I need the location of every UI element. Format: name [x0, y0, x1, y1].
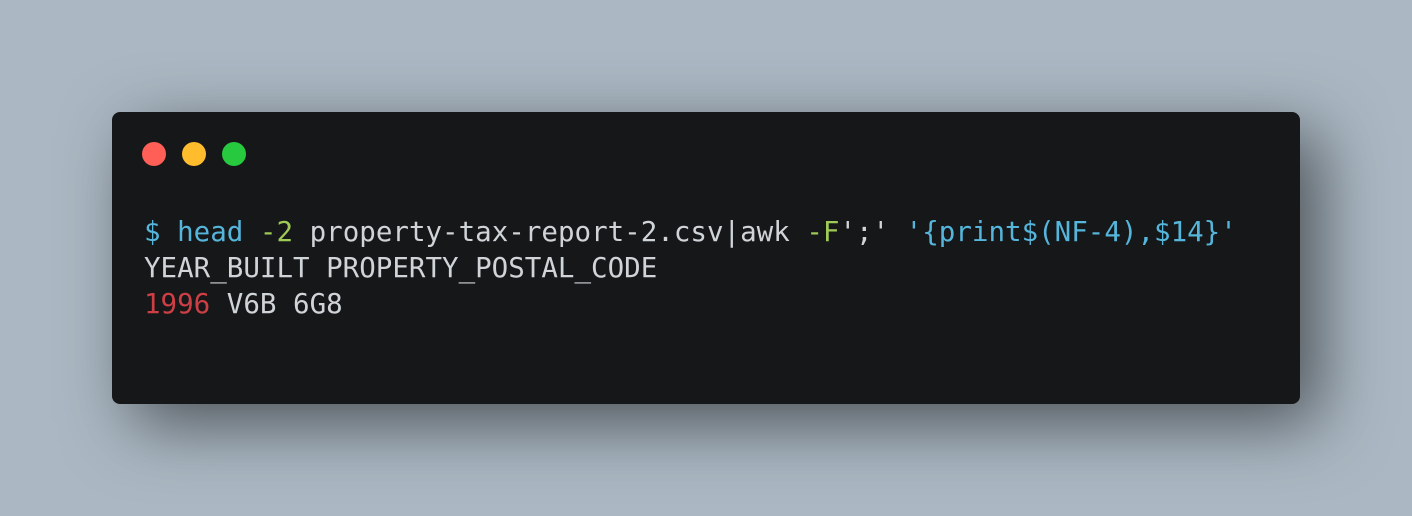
output-header-line: YEAR_BUILT PROPERTY_POSTAL_CODE [144, 252, 658, 284]
shell-prompt: $ [144, 216, 161, 248]
command-file-pipe: property-tax-report-2.csv|awk [309, 216, 790, 248]
separator-value: ';' [839, 216, 890, 248]
year-built-value: 1996 [144, 288, 211, 320]
window-controls [142, 142, 246, 166]
command-line: $ head -2 property-tax-report-2.csv|awk … [144, 214, 1237, 250]
command-option-lines: -2 [259, 216, 294, 248]
terminal-window: $ head -2 property-tax-report-2.csv|awk … [112, 112, 1300, 404]
minimize-button[interactable] [182, 142, 206, 166]
command-name: head [177, 216, 244, 248]
command-option-separator: -F [806, 216, 840, 248]
zoom-button[interactable] [222, 142, 246, 166]
terminal-output: $ head -2 property-tax-report-2.csv|awk … [144, 214, 1237, 322]
postal-code-value: V6B 6G8 [226, 288, 343, 320]
awk-script: '{print$(NF-4),$14}' [905, 216, 1237, 248]
close-button[interactable] [142, 142, 166, 166]
output-data-line: 1996 V6B 6G8 [144, 286, 1237, 322]
